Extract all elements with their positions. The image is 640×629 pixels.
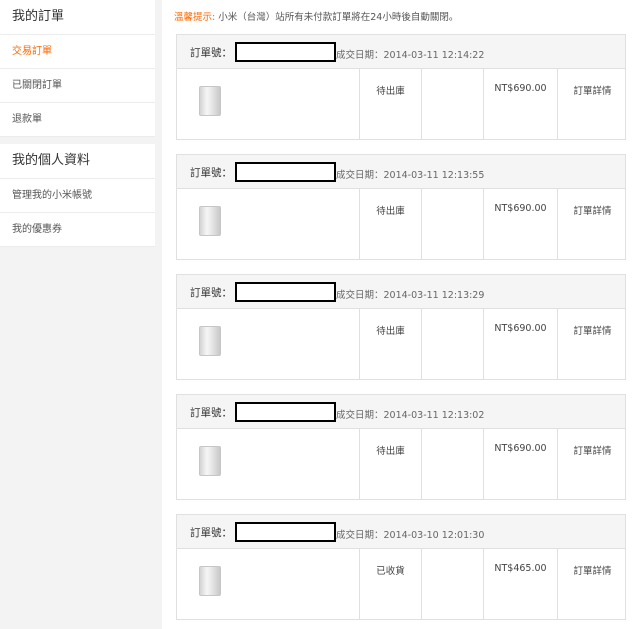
- order-row: 待出庫 NT$690.00 訂單詳情: [177, 69, 625, 139]
- sidebar: 我的訂單 交易訂單 已關閉訂單 退款單 我的個人資料 管理我的小米帳號 我的優惠…: [0, 0, 162, 629]
- order-row: 已收貨 NT$465.00 訂單詳情: [177, 549, 625, 619]
- order-number-label: 訂單號：: [190, 407, 232, 419]
- product-cell: [177, 429, 359, 499]
- order-row: 待出庫 NT$690.00 訂單詳情: [177, 189, 625, 259]
- order-price: NT$465.00: [483, 549, 557, 619]
- empty-cell: [421, 189, 483, 259]
- order-status: 待出庫: [359, 429, 421, 499]
- empty-cell: [421, 549, 483, 619]
- order-status: 待出庫: [359, 309, 421, 379]
- order-detail-link[interactable]: 訂單詳情: [557, 69, 627, 139]
- product-image[interactable]: [199, 326, 221, 356]
- order-detail-link[interactable]: 訂單詳情: [557, 309, 627, 379]
- product-image[interactable]: [199, 86, 221, 116]
- order-number-label: 訂單號：: [190, 287, 232, 299]
- order-row: 待出庫 NT$690.00 訂單詳情: [177, 309, 625, 379]
- order-status: 待出庫: [359, 69, 421, 139]
- notice-text: 小米（台灣）站所有未付款訂單將在24小時後自動關閉。: [218, 12, 459, 23]
- order-detail-link[interactable]: 訂單詳情: [557, 429, 627, 499]
- product-image[interactable]: [199, 446, 221, 476]
- order-number-label: 訂單號：: [190, 527, 232, 539]
- product-cell: [177, 309, 359, 379]
- order-date: 成交日期：2014-03-11 12:14:22: [336, 50, 485, 61]
- order-detail-link[interactable]: 訂單詳情: [557, 549, 627, 619]
- product-image[interactable]: [199, 566, 221, 596]
- notice-banner: 溫馨提示: 小米（台灣）站所有未付款訂單將在24小時後自動關閉。: [174, 9, 458, 23]
- order-number-redacted: [235, 522, 336, 542]
- order-header: 訂單號： 成交日期：2014-03-11 12:13:02: [177, 395, 625, 429]
- order-header: 訂單號： 成交日期：2014-03-11 12:14:22: [177, 35, 625, 69]
- orders-menu: 我的訂單 交易訂單 已關閉訂單 退款單: [0, 0, 155, 137]
- order-number-label: 訂單號：: [190, 167, 232, 179]
- order-number-redacted: [235, 402, 336, 422]
- order-date: 成交日期：2014-03-11 12:13:29: [336, 290, 485, 301]
- product-image[interactable]: [199, 206, 221, 236]
- sidebar-item-closed-orders[interactable]: 已關閉訂單: [0, 69, 155, 103]
- order-status: 已收貨: [359, 549, 421, 619]
- order-date: 成交日期：2014-03-11 12:13:02: [336, 410, 485, 421]
- order-date: 成交日期：2014-03-10 12:01:30: [336, 530, 485, 541]
- order-detail-link[interactable]: 訂單詳情: [557, 189, 627, 259]
- order-price: NT$690.00: [483, 309, 557, 379]
- empty-cell: [421, 309, 483, 379]
- product-cell: [177, 189, 359, 259]
- order-status: 待出庫: [359, 189, 421, 259]
- order-price: NT$690.00: [483, 429, 557, 499]
- product-cell: [177, 69, 359, 139]
- order-header: 訂單號： 成交日期：2014-03-11 12:13:55: [177, 155, 625, 189]
- order-header: 訂單號： 成交日期：2014-03-11 12:13:29: [177, 275, 625, 309]
- order-card: 訂單號： 成交日期：2014-03-11 12:13:29 待出庫 NT$690…: [176, 274, 626, 380]
- order-price: NT$690.00: [483, 189, 557, 259]
- order-header: 訂單號： 成交日期：2014-03-10 12:01:30: [177, 515, 625, 549]
- sidebar-item-trade-orders[interactable]: 交易訂單: [0, 35, 155, 69]
- notice-label: 溫馨提示:: [174, 12, 216, 23]
- sidebar-item-refunds[interactable]: 退款單: [0, 103, 155, 137]
- order-number-label: 訂單號：: [190, 47, 232, 59]
- empty-cell: [421, 429, 483, 499]
- order-row: 待出庫 NT$690.00 訂單詳情: [177, 429, 625, 499]
- sidebar-item-coupons[interactable]: 我的優惠券: [0, 213, 155, 247]
- product-cell: [177, 549, 359, 619]
- profile-menu-title: 我的個人資料: [0, 144, 155, 179]
- order-card: 訂單號： 成交日期：2014-03-11 12:14:22 待出庫 NT$690…: [176, 34, 626, 140]
- empty-cell: [421, 69, 483, 139]
- order-number-redacted: [235, 162, 336, 182]
- order-card: 訂單號： 成交日期：2014-03-11 12:13:02 待出庫 NT$690…: [176, 394, 626, 500]
- order-card: 訂單號： 成交日期：2014-03-11 12:13:55 待出庫 NT$690…: [176, 154, 626, 260]
- order-date: 成交日期：2014-03-11 12:13:55: [336, 170, 485, 181]
- order-number-redacted: [235, 282, 336, 302]
- order-card: 訂單號： 成交日期：2014-03-10 12:01:30 已收貨 NT$465…: [176, 514, 626, 620]
- sidebar-item-manage-account[interactable]: 管理我的小米帳號: [0, 179, 155, 213]
- order-price: NT$690.00: [483, 69, 557, 139]
- order-number-redacted: [235, 42, 336, 62]
- profile-menu: 我的個人資料 管理我的小米帳號 我的優惠券: [0, 144, 155, 247]
- orders-menu-title: 我的訂單: [0, 0, 155, 35]
- main-content: 溫馨提示: 小米（台灣）站所有未付款訂單將在24小時後自動關閉。 訂單號： 成交…: [162, 0, 640, 629]
